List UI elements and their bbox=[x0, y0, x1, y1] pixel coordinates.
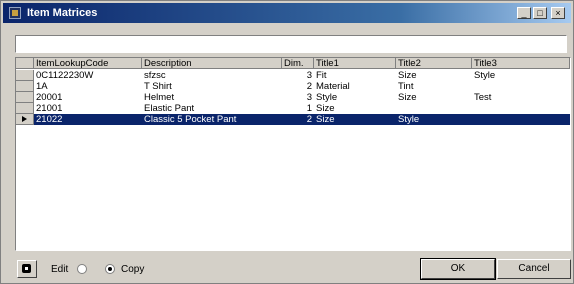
binoculars-icon bbox=[22, 264, 31, 273]
column-header-title2[interactable]: Title2 bbox=[396, 58, 472, 69]
cell-title1: Fit bbox=[316, 70, 327, 81]
cell-description: sfzsc bbox=[144, 70, 166, 81]
minimize-button[interactable]: _ bbox=[517, 7, 531, 19]
ok-button[interactable]: OK bbox=[420, 258, 496, 280]
table-row[interactable]: 1A T Shirt 2 Material Tint bbox=[16, 81, 570, 92]
cell-title3: Style bbox=[474, 70, 496, 81]
find-button[interactable] bbox=[17, 260, 37, 278]
grid-header: ItemLookupCode Description Dim. Title1 T… bbox=[16, 58, 570, 69]
cell-title1: Material bbox=[316, 81, 350, 92]
cell-title2: Size bbox=[398, 92, 417, 103]
cell-description: Classic 5 Pocket Pant bbox=[144, 114, 237, 125]
column-header-dim[interactable]: Dim. bbox=[282, 58, 314, 69]
app-icon bbox=[9, 7, 21, 19]
filter-input[interactable] bbox=[15, 35, 567, 53]
title-bar[interactable]: Item Matrices _ □ × bbox=[3, 3, 571, 23]
cell-dim: 2 bbox=[306, 81, 312, 92]
table-row[interactable]: 21001 Elastic Pant 1 Size bbox=[16, 103, 570, 114]
cell-itemlookupcode: 1A bbox=[36, 81, 48, 92]
column-header-title1[interactable]: Title1 bbox=[314, 58, 396, 69]
row-selector[interactable] bbox=[16, 103, 34, 114]
row-selector[interactable] bbox=[16, 70, 34, 81]
cell-title2: Size bbox=[398, 70, 417, 81]
cell-itemlookupcode: 20001 bbox=[36, 92, 63, 103]
bottom-bar: Edit Copy OK Cancel bbox=[1, 257, 574, 283]
cell-dim: 1 bbox=[306, 103, 312, 114]
cell-title2 bbox=[396, 103, 472, 114]
row-selector[interactable] bbox=[16, 81, 34, 92]
cell-title2: Tint bbox=[398, 81, 414, 92]
cell-title3 bbox=[472, 114, 570, 125]
cell-title1: Style bbox=[316, 92, 338, 103]
cell-title3 bbox=[472, 103, 570, 114]
edit-option-label: Edit bbox=[51, 264, 69, 275]
cell-description: Helmet bbox=[144, 92, 175, 103]
table-row[interactable]: 20001 Helmet 3 Style Size Test bbox=[16, 92, 570, 103]
cell-description: T Shirt bbox=[144, 81, 172, 92]
maximize-button[interactable]: □ bbox=[533, 7, 547, 19]
column-header-itemlookupcode[interactable]: ItemLookupCode bbox=[34, 58, 142, 69]
window-title: Item Matrices bbox=[27, 7, 98, 19]
row-selector[interactable] bbox=[16, 92, 34, 103]
cell-itemlookupcode: 21001 bbox=[36, 103, 63, 114]
item-matrices-grid[interactable]: ItemLookupCode Description Dim. Title1 T… bbox=[15, 57, 571, 251]
cell-itemlookupcode: 0C1122230W bbox=[36, 70, 94, 81]
cell-title1: Size bbox=[316, 103, 335, 114]
table-row-selected[interactable]: 21022 Classic 5 Pocket Pant 2 Size Style bbox=[16, 114, 570, 125]
cell-dim: 3 bbox=[306, 92, 312, 103]
column-header-description[interactable]: Description bbox=[142, 58, 282, 69]
cell-dim: 2 bbox=[306, 114, 312, 125]
cell-title3: Test bbox=[474, 92, 492, 103]
column-header-title3[interactable]: Title3 bbox=[472, 58, 570, 69]
cell-description: Elastic Pant bbox=[144, 103, 195, 114]
copy-radio[interactable] bbox=[105, 264, 115, 274]
cell-dim: 3 bbox=[306, 70, 312, 81]
cancel-button[interactable]: Cancel bbox=[497, 259, 571, 279]
item-matrices-window: Item Matrices _ □ × ItemLookupCode Descr… bbox=[0, 0, 574, 284]
cell-title2: Style bbox=[398, 114, 420, 125]
close-button[interactable]: × bbox=[551, 7, 565, 19]
edit-radio[interactable] bbox=[77, 264, 87, 274]
current-row-arrow-icon bbox=[22, 116, 27, 122]
row-selector[interactable] bbox=[16, 114, 34, 125]
cell-title3 bbox=[472, 81, 570, 92]
cell-title1: Size bbox=[316, 114, 335, 125]
header-selector-cell bbox=[16, 58, 34, 69]
cell-itemlookupcode: 21022 bbox=[36, 114, 63, 125]
copy-option-label: Copy bbox=[121, 264, 145, 275]
table-row[interactable]: 0C1122230W sfzsc 3 Fit Size Style bbox=[16, 70, 570, 81]
